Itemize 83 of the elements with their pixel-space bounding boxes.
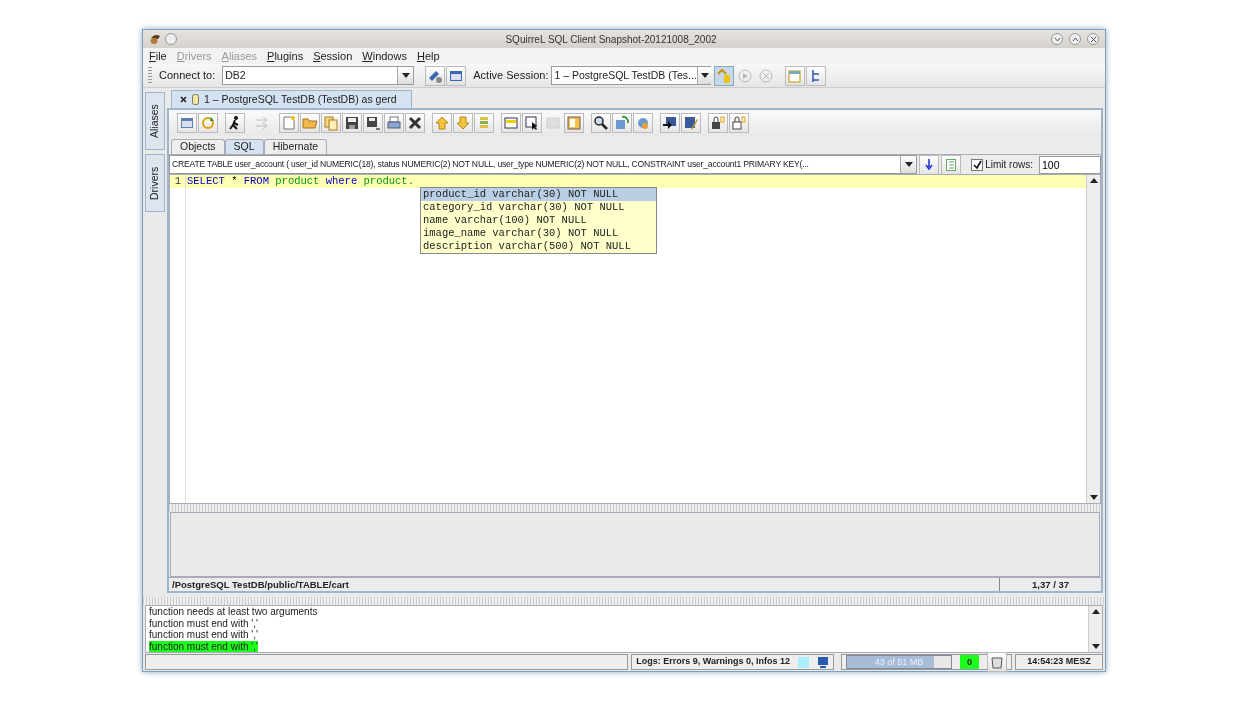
active-session-label: Active Session: — [473, 68, 549, 84]
caret-position: 1,37 / 37 — [999, 578, 1101, 591]
table-cursor-icon[interactable] — [522, 113, 542, 133]
clock: 14:54:23 MESZ — [1015, 654, 1103, 670]
scroll-up-icon[interactable] — [1089, 177, 1098, 183]
up-arrow-icon[interactable] — [432, 113, 452, 133]
completion-item[interactable]: category_id varchar(30) NOT NULL — [421, 201, 656, 214]
active-session-dropdown[interactable]: 1 – PostgreSQL TestDB (Tes... — [551, 66, 712, 85]
new-window-icon[interactable] — [785, 65, 806, 86]
window-title: SQuirreL SQL Client Snapshot-20121008_2002 — [504, 32, 718, 47]
code-line: SELECT * FROM product where product. — [187, 175, 414, 187]
caret-icon — [701, 73, 710, 78]
side-tab[interactable]: Aliases — [145, 92, 165, 150]
checkmark-icon — [972, 160, 982, 169]
monitor-pen-icon[interactable] — [681, 113, 701, 133]
thread-count: 0 — [960, 655, 979, 669]
chevron-down-icon — [1053, 36, 1061, 42]
sql-history-dropdown[interactable]: CREATE TABLE user_account ( user_id NUMERIC(18), status NUMERIC(2) NOT NULL, user_type NUMERIC(2) NOT NULL, CONSTRAINT user_account1 PRIMARY KEY(... — [169, 155, 918, 174]
log-message: function must end with ',' — [149, 640, 258, 652]
caret-icon — [904, 162, 913, 167]
scrollbar[interactable] — [1086, 175, 1100, 503]
runner-icon[interactable] — [225, 113, 245, 133]
stack-icon[interactable] — [474, 113, 494, 133]
menu-item[interactable]: Session — [313, 47, 353, 65]
object-path: /PostgreSQL TestDB/public/TABLE/cart — [171, 578, 350, 591]
tree-icon[interactable] — [806, 65, 827, 86]
tab[interactable]: Hibernate — [263, 139, 328, 154]
window-icon[interactable] — [446, 65, 467, 86]
tab[interactable]: SQL — [224, 139, 264, 154]
down-arrow-icon[interactable] — [453, 113, 473, 133]
close-icon — [1089, 35, 1097, 43]
refresh-icon[interactable] — [198, 113, 218, 133]
connect-dropdown[interactable]: DB2 — [222, 66, 415, 85]
log-message: function must end with ',' — [149, 617, 258, 629]
completion-item[interactable]: image_name varchar(30) NOT NULL — [421, 227, 656, 240]
lock-icon[interactable] — [729, 113, 749, 133]
toolbar-grip — [148, 66, 152, 85]
line-number: 1 — [170, 175, 185, 188]
completion-item[interactable]: description varchar(500) NOT NULL — [421, 240, 656, 253]
search-icon[interactable] — [591, 113, 611, 133]
save-icon[interactable] — [342, 113, 362, 133]
close-icon[interactable] — [405, 113, 425, 133]
scrollbar[interactable] — [1088, 606, 1102, 652]
lock-icon[interactable] — [708, 113, 728, 133]
scroll-down-icon[interactable] — [1091, 644, 1100, 650]
memory-bar: 43 of 51 MB — [846, 655, 952, 669]
trash-can-icon[interactable] — [987, 652, 1007, 672]
new-file-icon[interactable] — [279, 113, 299, 133]
printer-icon[interactable] — [384, 113, 404, 133]
window-menu-button[interactable] — [165, 33, 177, 45]
scroll-up-icon[interactable] — [1091, 608, 1100, 614]
close-icon[interactable] — [180, 96, 187, 103]
menu-item[interactable]: Help — [416, 47, 440, 65]
database-icon — [192, 94, 199, 105]
log-message: function must end with ',' — [149, 629, 258, 640]
limit-rows-label: Limit rows: — [985, 158, 1033, 172]
completion-item[interactable]: name varchar(100) NOT NULL — [421, 214, 656, 227]
checkbox[interactable] — [971, 158, 984, 171]
menu-item[interactable]: Plugins — [267, 47, 304, 65]
tab[interactable]: Objects — [171, 139, 225, 154]
window-icon[interactable] — [177, 113, 197, 133]
scroll-down-icon[interactable] — [1089, 495, 1098, 501]
menu-item[interactable]: Windows — [362, 47, 407, 65]
acorn-icon — [149, 33, 161, 45]
plug-gear-icon[interactable] — [425, 65, 446, 86]
minimize-button[interactable] — [1051, 33, 1063, 45]
save-as-icon[interactable] — [363, 113, 383, 133]
completion-item[interactable]: product_id varchar(30) NOT NULL — [421, 188, 656, 201]
caret-icon — [401, 73, 410, 78]
maximize-button[interactable] — [1069, 33, 1081, 45]
limit-rows-field[interactable]: 100 — [1039, 155, 1101, 174]
side-tab[interactable]: Drivers — [145, 154, 165, 212]
menu-item[interactable]: File — [149, 47, 167, 65]
chevron-up-icon — [1071, 36, 1079, 42]
monitor-icon[interactable] — [817, 656, 829, 668]
folder-icon[interactable] — [300, 113, 320, 133]
session-tab[interactable]: 1 – PostgreSQL TestDB (TestDB) as gerd — [171, 90, 412, 108]
log-color-icon — [798, 656, 809, 668]
session-tab-label: 1 – PostgreSQL TestDB (TestDB) as gerd — [204, 91, 397, 107]
close-button[interactable] — [1087, 33, 1099, 45]
log-message: function needs at least two arguments — [149, 606, 318, 617]
connect-label: Connect to: — [159, 68, 216, 84]
log-summary: Logs: Errors 9, Warnings 0, Infos 12 — [636, 655, 790, 669]
